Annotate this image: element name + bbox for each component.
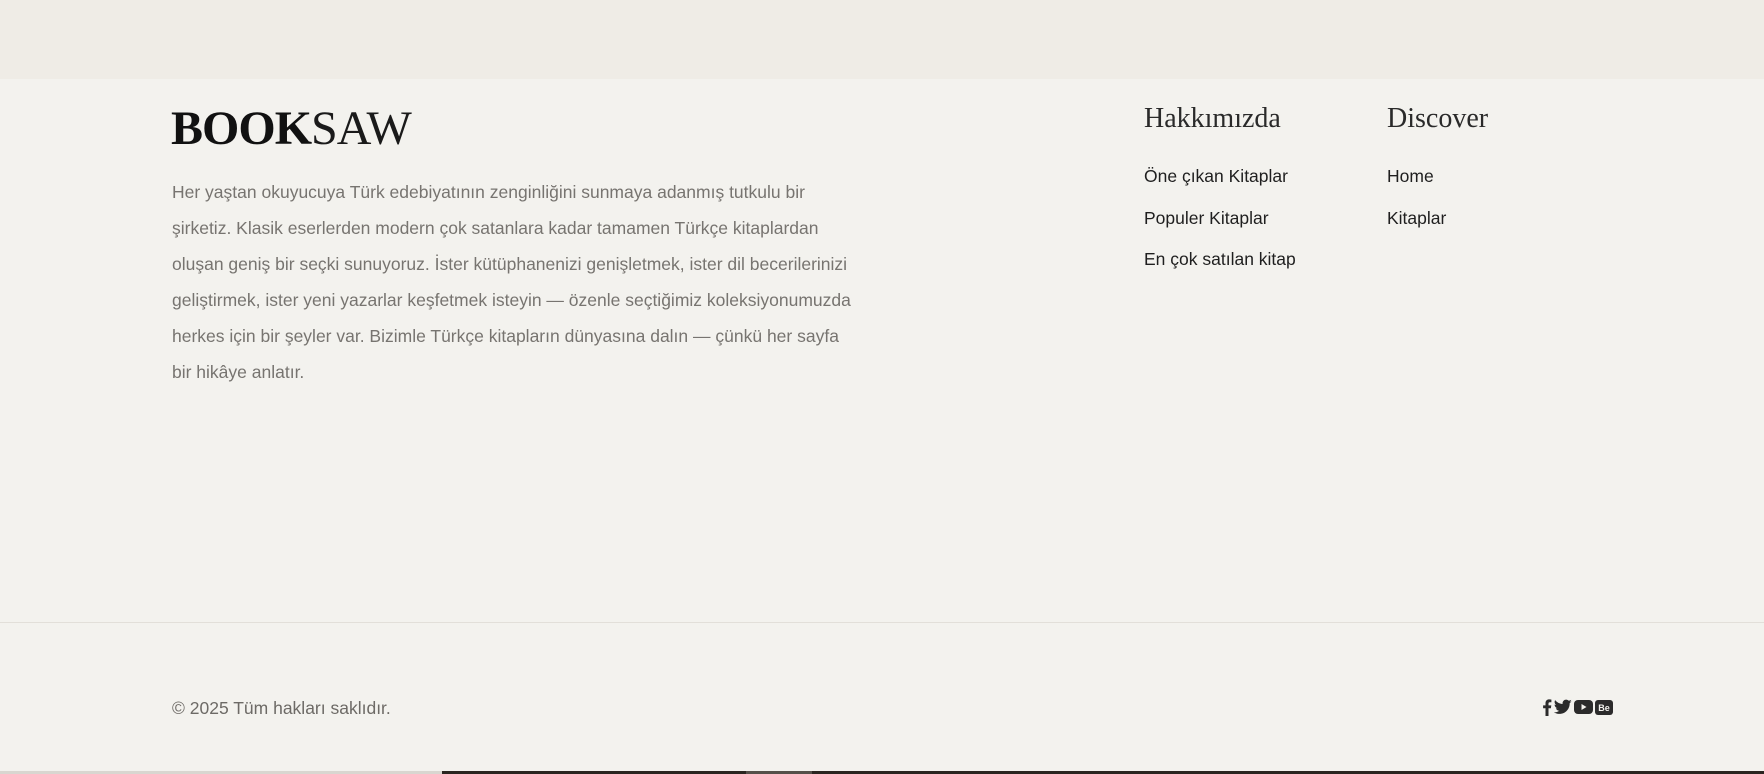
about-description: Her yaştan okuyucuya Türk edebiyatının z… xyxy=(172,182,851,382)
about-links: Öne çıkan Kitaplar Populer Kitaplar En ç… xyxy=(1144,166,1364,269)
link-best-sellers[interactable]: En çok satılan kitap xyxy=(1144,249,1364,269)
link-featured-books[interactable]: Öne çıkan Kitaplar xyxy=(1144,166,1364,186)
discover-links: Home Kitaplar xyxy=(1387,166,1587,228)
twitter-icon[interactable] xyxy=(1554,698,1572,716)
link-popular-books[interactable]: Populer Kitaplar xyxy=(1144,208,1364,228)
logo-light-part: SAW xyxy=(311,102,412,155)
svg-text:Be: Be xyxy=(1598,703,1610,713)
behance-icon[interactable]: Be xyxy=(1595,698,1613,716)
brand-logo[interactable]: BOOKSAW xyxy=(171,102,412,155)
link-books[interactable]: Kitaplar xyxy=(1387,208,1587,228)
youtube-icon[interactable] xyxy=(1574,698,1593,716)
link-home[interactable]: Home xyxy=(1387,166,1587,186)
facebook-icon[interactable] xyxy=(1542,698,1552,716)
footer-column-discover: Discover Home Kitaplar xyxy=(1387,103,1587,249)
column-title-about: Hakkımızda xyxy=(1144,103,1281,134)
footer-column-about: Hakkımızda Öne çıkan Kitaplar Populer Ki… xyxy=(1144,103,1364,291)
copyright-text: © 2025 Tüm hakları saklıdır. xyxy=(172,698,391,718)
social-links: Be xyxy=(1542,698,1613,716)
logo-bold-part: BOOK xyxy=(171,102,312,155)
footer-divider xyxy=(0,622,1764,623)
column-title-discover: Discover xyxy=(1387,103,1489,134)
top-band xyxy=(0,0,1764,79)
